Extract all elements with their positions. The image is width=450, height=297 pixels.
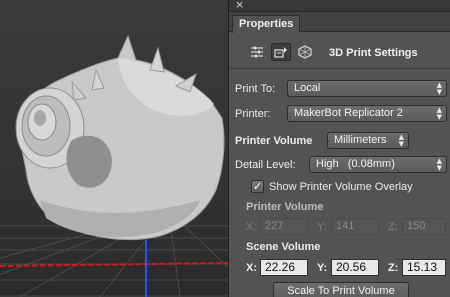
scene-volume-x-label: X: bbox=[246, 262, 257, 274]
scene-filter-icon[interactable] bbox=[247, 43, 267, 61]
printer-volume-z-label: Z: bbox=[388, 221, 398, 233]
tab-properties[interactable]: Properties bbox=[232, 15, 301, 33]
units-value: Millimeters bbox=[334, 134, 387, 146]
printer-volume-heading: Printer Volume bbox=[246, 201, 324, 213]
scene-volume-heading: Scene Volume bbox=[246, 241, 321, 253]
mode-toolbar: 3D Print Settings bbox=[229, 40, 450, 66]
select-arrows-icon: ▲ ▼ bbox=[398, 133, 404, 148]
properties-panel: × Properties 3D Print Settings Print To:… bbox=[228, 0, 450, 297]
overlay-checkbox[interactable]: ✓ bbox=[251, 180, 264, 193]
printer-volume-y-label: Y: bbox=[317, 221, 327, 233]
printer-volume-y-field: 141 bbox=[331, 218, 379, 235]
printer-select[interactable]: MakerBot Replicator 2 ▲ ▼ bbox=[287, 105, 447, 122]
shell-model[interactable] bbox=[15, 34, 225, 241]
print-to-label: Print To: bbox=[235, 83, 276, 95]
printer-label: Printer: bbox=[235, 108, 271, 120]
3d-viewport[interactable] bbox=[0, 0, 228, 297]
select-arrows-icon: ▲ ▼ bbox=[436, 157, 442, 172]
detail-level-label: Detail Level: bbox=[235, 159, 296, 171]
scene-volume-y-label: Y: bbox=[317, 262, 328, 274]
units-select[interactable]: Millimeters ▲ ▼ bbox=[327, 132, 409, 149]
print-settings-icon[interactable] bbox=[271, 43, 291, 61]
detail-level-select[interactable]: High (0.08mm) ▲ ▼ bbox=[309, 156, 447, 173]
print-to-value: Local bbox=[294, 82, 321, 94]
scene-volume-x-field[interactable]: 22.26 bbox=[260, 259, 308, 276]
panel-header-strip: × bbox=[229, 0, 450, 12]
printer-volume-x-label: X: bbox=[246, 221, 257, 233]
overlay-label: Show Printer Volume Overlay bbox=[269, 181, 413, 193]
scene-volume-z-label: Z: bbox=[388, 262, 399, 274]
panel-section-title: 3D Print Settings bbox=[329, 47, 418, 59]
select-arrows-icon: ▲ ▼ bbox=[436, 81, 442, 96]
printer-volume-z-field: 150 bbox=[402, 218, 446, 235]
printer-volume-units-label: Printer Volume bbox=[235, 135, 313, 147]
checkmark-icon: ✓ bbox=[252, 180, 263, 193]
divider bbox=[229, 68, 450, 69]
select-arrows-icon: ▲ ▼ bbox=[436, 106, 442, 121]
scene-volume-z-field[interactable]: 15.13 bbox=[402, 259, 446, 276]
printer-volume-x-field: 227 bbox=[260, 218, 308, 235]
scale-to-print-volume-button[interactable]: Scale To Print Volume bbox=[273, 282, 409, 297]
print-to-select[interactable]: Local ▲ ▼ bbox=[287, 80, 447, 97]
viewport-canvas[interactable] bbox=[0, 0, 228, 297]
close-icon[interactable]: × bbox=[235, 0, 244, 12]
mesh-icon[interactable] bbox=[295, 43, 315, 61]
detail-level-value: High (0.08mm) bbox=[316, 158, 395, 170]
panel-tab-bar: Properties bbox=[229, 12, 450, 33]
scene-volume-y-field[interactable]: 20.56 bbox=[331, 259, 379, 276]
printer-value: MakerBot Replicator 2 bbox=[294, 107, 403, 119]
